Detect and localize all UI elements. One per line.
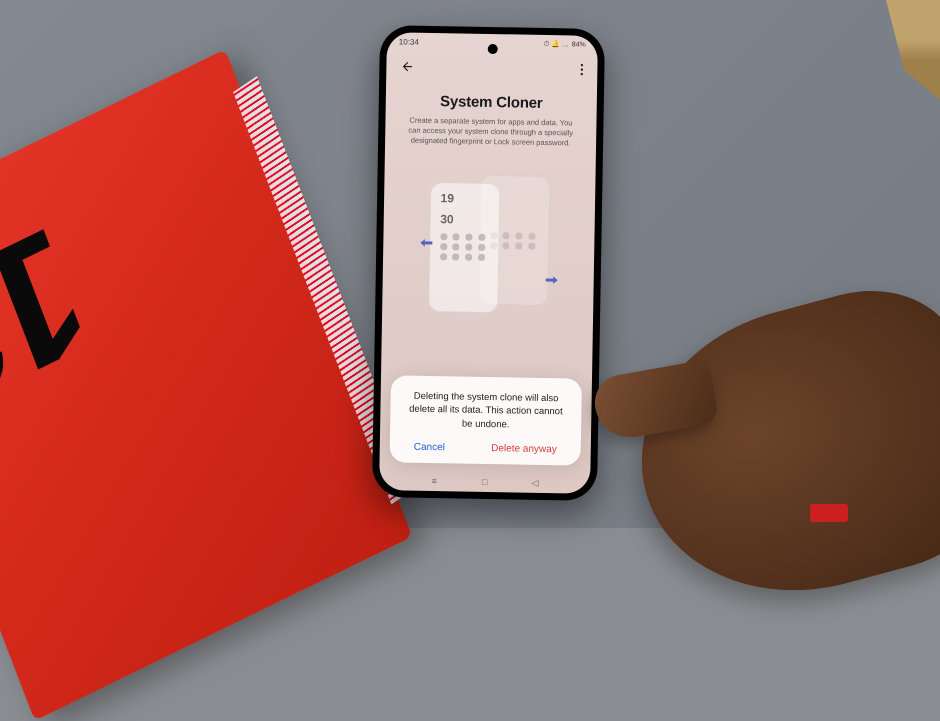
page-description: Create a separate system for apps and da…: [385, 109, 597, 149]
cancel-button[interactable]: Cancel: [414, 442, 445, 454]
status-indicators: ⏱ 🔔 …: [544, 40, 569, 49]
background-object-top-right: [850, 0, 940, 100]
status-time: 10:34: [399, 37, 419, 46]
illustration-time-min: 30: [430, 204, 498, 226]
product-box: 13: [0, 49, 412, 720]
product-box-label: 13: [0, 185, 113, 456]
photo-scene: 13 10:34 ⏱ 🔔 … 84% System Cloner: [0, 0, 940, 528]
navigation-bar: ≡ □ ◁: [379, 474, 590, 490]
confirmation-dialog: Deleting the system clone will also dele…: [390, 375, 582, 465]
hand: [610, 269, 940, 627]
camera-hole: [487, 44, 497, 54]
swap-arrow-left-icon: [417, 234, 435, 252]
home-button[interactable]: □: [479, 476, 491, 488]
delete-anyway-button[interactable]: Delete anyway: [491, 443, 557, 455]
watermark-logo: [810, 504, 848, 522]
swap-arrow-right-icon: [542, 271, 560, 289]
clone-illustration: 19 30: [417, 174, 560, 326]
back-arrow-icon[interactable]: [400, 59, 414, 78]
phone-screen: 10:34 ⏱ 🔔 … 84% System Cloner Create a s…: [379, 32, 598, 494]
dialog-message: Deleting the system clone will also dele…: [404, 390, 568, 433]
recent-apps-button[interactable]: ≡: [428, 475, 440, 487]
smartphone: 10:34 ⏱ 🔔 … 84% System Cloner Create a s…: [372, 25, 605, 501]
overflow-menu-icon[interactable]: [580, 63, 583, 82]
battery-percent: 84%: [572, 41, 586, 48]
illustration-phone-front: 19 30: [428, 182, 500, 313]
illustration-time-hour: 19: [431, 183, 499, 205]
back-button[interactable]: ◁: [529, 477, 541, 489]
